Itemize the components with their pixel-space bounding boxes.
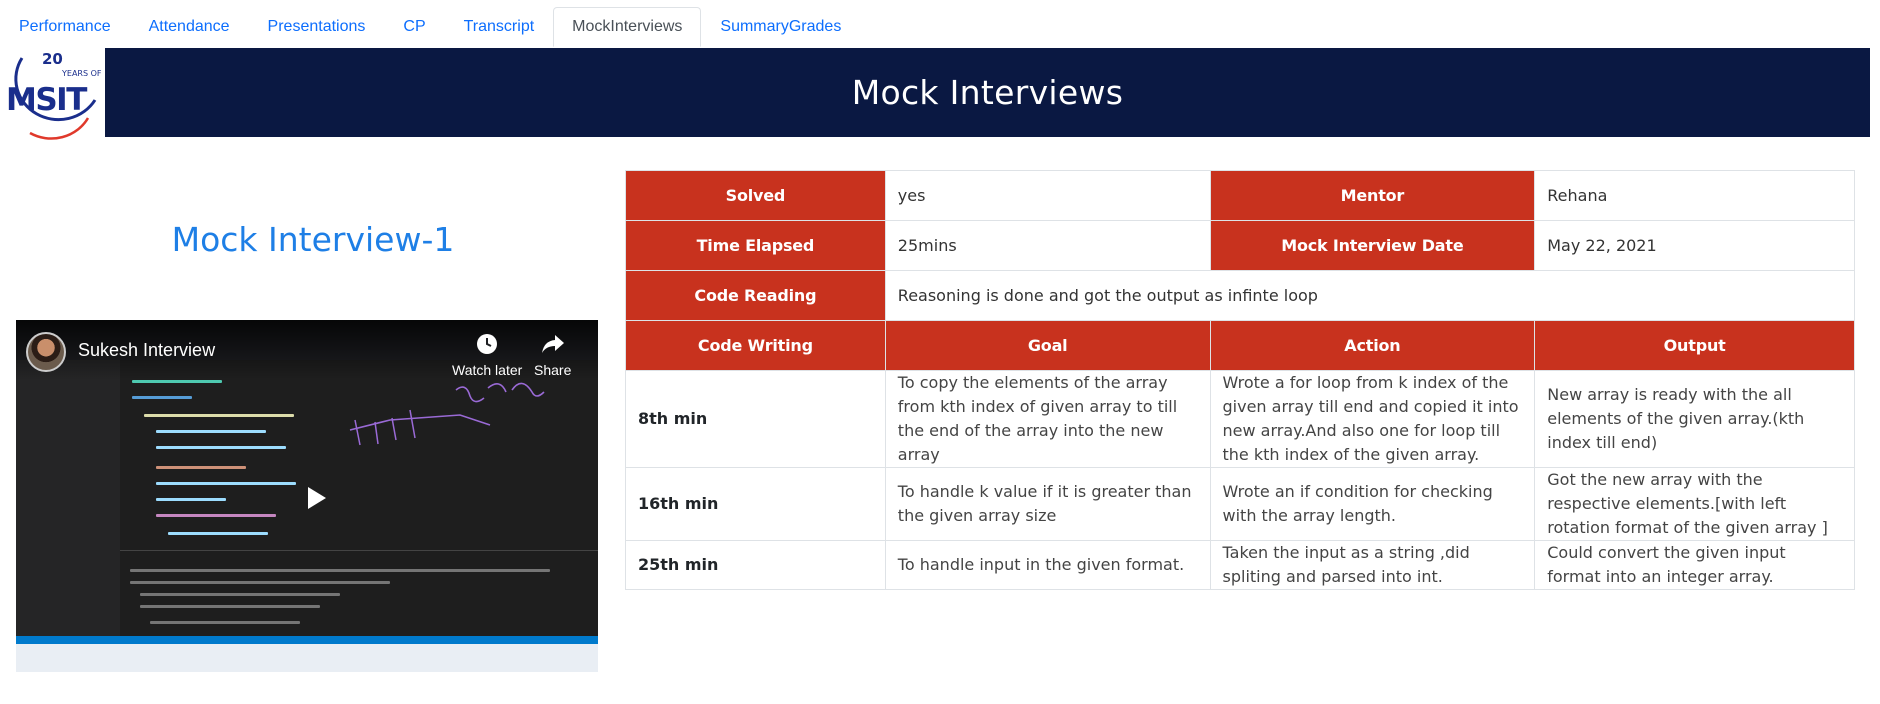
tab-cp[interactable]: CP xyxy=(384,7,444,47)
watch-later-button[interactable]: Watch later xyxy=(452,332,522,378)
video-player[interactable]: Sukesh Interview Watch later Share xyxy=(16,320,598,672)
row-action: Wrote a for loop from k index of the giv… xyxy=(1209,370,1536,468)
channel-avatar[interactable] xyxy=(26,332,66,372)
solved-value: yes xyxy=(884,170,1211,221)
mock-interview-table: Solved yes Mentor Rehana Time Elapsed 25… xyxy=(625,170,1856,590)
row-action: Wrote an if condition for checking with … xyxy=(1209,467,1536,541)
logo-years-label: YEARS OF xyxy=(61,69,102,78)
row-time: 25th min xyxy=(625,540,886,590)
table-header-row: Code Writing Goal Action Output xyxy=(625,320,1855,371)
share-label: Share xyxy=(534,362,572,378)
table-row: 25th min To handle input in the given fo… xyxy=(625,540,1855,590)
row-goal: To copy the elements of the array from k… xyxy=(884,370,1211,468)
play-icon[interactable] xyxy=(308,487,326,509)
table-row: 16th min To handle k value if it is grea… xyxy=(625,467,1855,541)
row-time: 8th min xyxy=(625,370,886,468)
share-icon xyxy=(541,332,565,356)
table-row: 8th min To copy the elements of the arra… xyxy=(625,370,1855,468)
interview-date-value: May 22, 2021 xyxy=(1534,220,1855,271)
page-header: Mock Interviews xyxy=(105,48,1870,137)
row-action: Taken the input as a string ,did splitin… xyxy=(1209,540,1536,590)
mentor-value: Rehana xyxy=(1534,170,1855,221)
column-header-output: Output xyxy=(1534,320,1855,371)
code-reading-label: Code Reading xyxy=(625,270,886,321)
tab-summarygrades[interactable]: SummaryGrades xyxy=(701,7,860,47)
video-title[interactable]: Sukesh Interview xyxy=(78,340,215,361)
clock-icon xyxy=(475,332,499,356)
mentor-label: Mentor xyxy=(1209,170,1536,221)
logo-name: MSIT xyxy=(6,82,87,118)
row-output: New array is ready with the all elements… xyxy=(1534,370,1855,468)
row-goal: To handle k value if it is greater than … xyxy=(884,467,1211,541)
solved-label: Solved xyxy=(625,170,886,221)
interview-title: Mock Interview-1 xyxy=(171,220,455,259)
time-elapsed-value: 25mins xyxy=(884,220,1211,271)
row-time: 16th min xyxy=(625,467,886,541)
page-title: Mock Interviews xyxy=(851,73,1124,112)
column-header-goal: Goal xyxy=(884,320,1211,371)
code-reading-value: Reasoning is done and got the output as … xyxy=(884,270,1856,321)
tab-attendance[interactable]: Attendance xyxy=(130,7,249,47)
interview-date-label: Mock Interview Date xyxy=(1209,220,1536,271)
nav-tabs: Performance Attendance Presentations CP … xyxy=(0,7,1880,47)
column-header-code-writing: Code Writing xyxy=(625,320,886,371)
row-output: Could convert the given input format int… xyxy=(1534,540,1855,590)
row-output: Got the new array with the respective el… xyxy=(1534,467,1855,541)
logo-years: 20 xyxy=(42,50,63,68)
row-goal: To handle input in the given format. xyxy=(884,540,1211,590)
tab-transcript[interactable]: Transcript xyxy=(445,7,554,47)
time-elapsed-label: Time Elapsed xyxy=(625,220,886,271)
windows-taskbar xyxy=(16,644,598,672)
column-header-action: Action xyxy=(1209,320,1536,371)
share-button[interactable]: Share xyxy=(534,332,571,378)
msit-logo: 20 YEARS OF MSIT xyxy=(0,48,105,140)
watch-later-label: Watch later xyxy=(452,362,523,378)
tab-performance[interactable]: Performance xyxy=(0,7,130,47)
tab-presentations[interactable]: Presentations xyxy=(249,7,385,47)
tab-mockinterviews[interactable]: MockInterviews xyxy=(553,7,702,47)
